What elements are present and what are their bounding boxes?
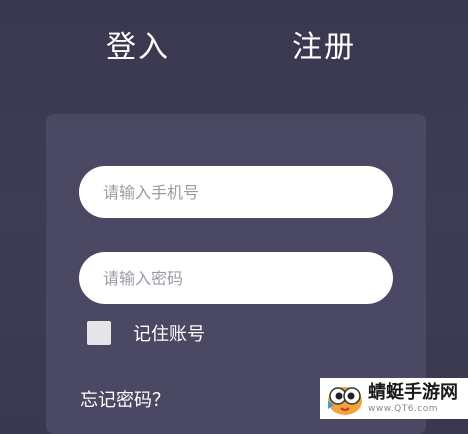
phone-field-container — [79, 166, 393, 218]
remember-label: 记住账号 — [133, 324, 205, 345]
dragonfly-logo-icon — [328, 386, 362, 415]
password-field-container — [79, 252, 393, 304]
password-input[interactable] — [101, 267, 371, 289]
watermark-url: www.QT6.com — [368, 403, 439, 414]
remember-checkbox[interactable] — [87, 321, 111, 345]
remember-account-toggle[interactable]: 记住账号 — [87, 320, 205, 346]
forgot-password-link[interactable]: 忘记密码？ — [80, 386, 170, 412]
tab-register[interactable]: 注册 — [292, 28, 356, 68]
tab-login[interactable]: 登入 — [106, 28, 170, 68]
phone-input[interactable] — [101, 181, 371, 203]
watermark-logo: 蜻蜓手游网 www.QT6.com — [320, 378, 468, 419]
watermark-name: 蜻蜓手游网 — [368, 381, 458, 403]
login-screen: { "tabs": { "login": "登入", "register": "… — [0, 0, 468, 434]
watermark-text: 蜻蜓手游网 www.QT6.com — [368, 381, 458, 414]
